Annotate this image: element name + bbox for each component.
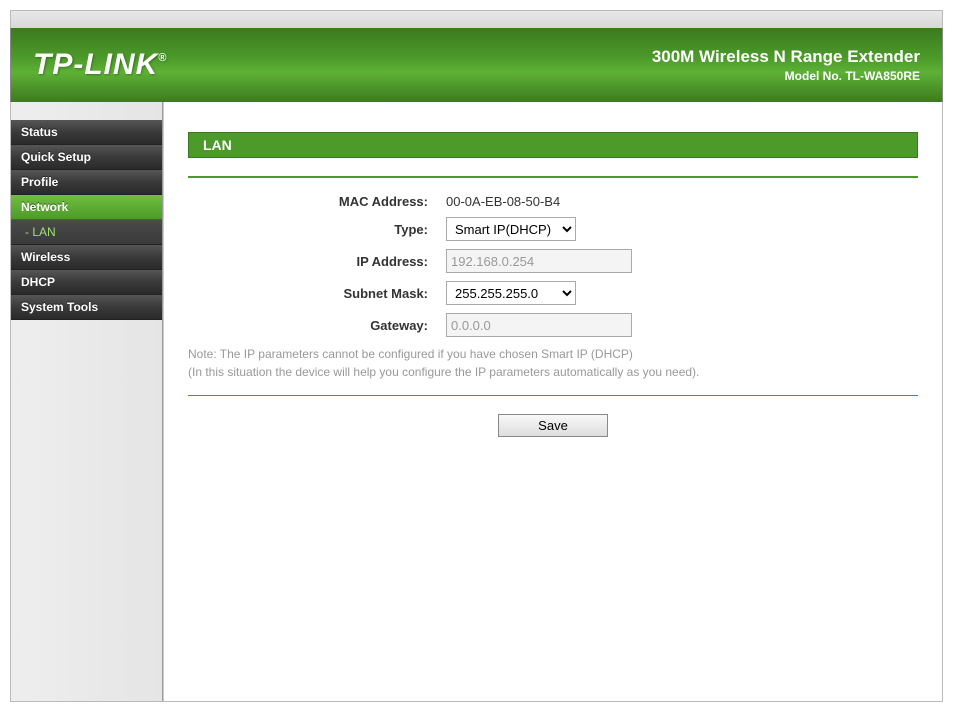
content-pane: LAN MAC Address: 00-0A-EB-08-50-B4 Type:… — [163, 102, 942, 701]
sidebar-item-dhcp[interactable]: DHCP — [11, 270, 162, 295]
section-title: LAN — [188, 132, 918, 158]
label-ip: IP Address: — [188, 254, 446, 269]
label-type: Type: — [188, 222, 446, 237]
divider-top — [188, 176, 918, 178]
row-mask: Subnet Mask: 255.255.255.0 — [188, 281, 918, 305]
brand-reg: ® — [158, 52, 167, 64]
sidebar-item-network[interactable]: Network — [11, 195, 162, 220]
top-strip — [10, 10, 943, 28]
row-gateway: Gateway: — [188, 313, 918, 337]
sidebar-item-system-tools[interactable]: System Tools — [11, 295, 162, 320]
brand-text: TP-LINK — [33, 48, 158, 81]
value-mac: 00-0A-EB-08-50-B4 — [446, 194, 560, 209]
label-gateway: Gateway: — [188, 318, 446, 333]
header-right: 300M Wireless N Range Extender Model No.… — [652, 47, 920, 83]
row-type: Type: Smart IP(DHCP) — [188, 217, 918, 241]
note-line2: (In this situation the device will help … — [188, 365, 699, 379]
input-ip-address — [446, 249, 632, 273]
sidebar-item-status[interactable]: Status — [11, 120, 162, 145]
label-mask: Subnet Mask: — [188, 286, 446, 301]
select-subnet-mask[interactable]: 255.255.255.0 — [446, 281, 576, 305]
label-mac: MAC Address: — [188, 194, 446, 209]
row-ip: IP Address: — [188, 249, 918, 273]
sidebar-item-profile[interactable]: Profile — [11, 170, 162, 195]
divider-bottom — [188, 395, 918, 396]
row-mac: MAC Address: 00-0A-EB-08-50-B4 — [188, 194, 918, 209]
note-line1: Note: The IP parameters cannot be config… — [188, 347, 633, 361]
note-text: Note: The IP parameters cannot be config… — [188, 345, 918, 381]
sidebar-subitem-lan[interactable]: - LAN — [11, 220, 162, 245]
save-button[interactable]: Save — [498, 414, 608, 437]
sidebar-item-quick-setup[interactable]: Quick Setup — [11, 145, 162, 170]
sidebar: Status Quick Setup Profile Network - LAN… — [11, 102, 163, 701]
product-name: 300M Wireless N Range Extender — [652, 47, 920, 67]
input-gateway — [446, 313, 632, 337]
sidebar-item-wireless[interactable]: Wireless — [11, 245, 162, 270]
header: TP-LINK® 300M Wireless N Range Extender … — [10, 28, 943, 102]
select-type[interactable]: Smart IP(DHCP) — [446, 217, 576, 241]
brand-logo: TP-LINK® — [33, 48, 167, 82]
model-number: Model No. TL-WA850RE — [652, 69, 920, 83]
